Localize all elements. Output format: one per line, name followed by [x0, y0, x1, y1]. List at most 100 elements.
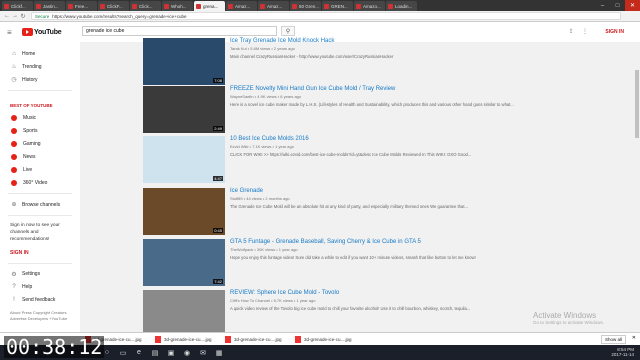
video-thumbnail[interactable]: 7:42 — [143, 239, 225, 286]
tab-favicon-icon — [36, 3, 41, 9]
browser-tab[interactable]: Amazo... — [354, 1, 385, 11]
best-of-youtube-heading: BEST OF YOUTUBE — [10, 103, 53, 108]
sidebar-item-send-feedback[interactable]: ! Send feedback — [0, 294, 80, 307]
scrollbar-thumb[interactable] — [635, 70, 639, 138]
reload-icon[interactable]: ↻ — [19, 13, 27, 20]
browser-tab[interactable]: GREN... — [322, 1, 353, 11]
channel-icon — [11, 127, 17, 134]
search-result[interactable]: 4:47 10 Best Ice Cube Molds 2016 Ezvid Wik… — [143, 136, 530, 183]
browser-tab[interactable]: Amaz... — [258, 1, 289, 11]
browser-tab[interactable]: Loadin... — [386, 1, 417, 11]
browser-tab[interactable]: grena... — [194, 1, 225, 11]
video-title-link[interactable]: GTA 5 Funtage - Grenade Baseball, Saving… — [230, 239, 530, 245]
sidebar-item-360video[interactable]: 360° Video — [0, 176, 80, 189]
upload-icon[interactable]: ⇪ — [564, 28, 578, 35]
browser-tab[interactable]: Free... — [66, 1, 97, 11]
video-duration: 7:08 — [213, 78, 223, 83]
video-thumbnail[interactable]: 0:45 — [143, 188, 225, 235]
search-input[interactable]: grenade ice cube — [82, 26, 277, 36]
download-item[interactable]: 3d-grenade-ice-cu....jpg — [155, 335, 225, 343]
sidebar-item-home[interactable]: ⌂ Home — [0, 47, 80, 60]
sidebar-item-label: Settings — [22, 271, 41, 278]
sidebar-item-label: Send feedback — [22, 297, 56, 304]
video-thumbnail[interactable]: 4:47 — [143, 136, 225, 183]
search-result[interactable]: 0:45 Ice Grenade Stuff89 • 44 views • 2 mo… — [143, 188, 530, 235]
download-filename: 3d-grenade-ice-cu....jpg — [304, 336, 352, 342]
chrome-icon[interactable]: ◉ — [180, 347, 194, 358]
sidebar-item-history[interactable]: ◷ History — [0, 73, 80, 86]
sidebar-item-settings[interactable]: ⚙ Settings — [0, 268, 80, 281]
youtube-logo[interactable]: YouTube — [22, 28, 62, 36]
sidebar-item-label: Live — [23, 166, 33, 173]
search-result[interactable]: 2:49 FREEZE Novelty Mini Hand Gun Ice Cub… — [143, 86, 530, 133]
close-download-shelf-icon[interactable]: ✕ — [632, 335, 636, 341]
search-result[interactable]: REVIEW: Sphere Ice Cube Mold - Tovolo Cli… — [143, 290, 530, 337]
menu-icon[interactable]: ≡ — [7, 28, 16, 37]
video-thumbnail[interactable] — [143, 290, 225, 337]
video-meta: TheWolfpack • 30K views • 1 year ago — [230, 247, 298, 252]
address-bar-row: ← → ↻ Secure https://www.youtube.com/res… — [0, 11, 640, 22]
download-item[interactable]: 3d-grenade-ice-cu....jpg — [295, 335, 365, 343]
download-item[interactable]: 3d-grenade-ice-cu....jpg — [225, 335, 295, 343]
file-explorer-icon[interactable]: ▤ — [148, 347, 162, 358]
task-view-icon[interactable]: ▭ — [116, 347, 130, 358]
minimize-icon[interactable]: – — [595, 0, 610, 11]
video-title-link[interactable]: 10 Best Ice Cube Molds 2016 — [230, 136, 530, 142]
sidebar: ⌂ Home ♨ Trending ◷ History BEST OF YOUTUBE Mus… — [0, 42, 80, 332]
video-meta: Cliff's How To Channel • 5.7K views • 1 … — [230, 298, 316, 303]
video-duration: 4:47 — [213, 176, 223, 181]
back-arrow-icon[interactable]: ← — [3, 13, 11, 19]
browser-tab[interactable]: Amaz... — [226, 1, 257, 11]
forward-arrow-icon[interactable]: → — [11, 13, 19, 19]
tab-favicon-icon — [356, 3, 361, 9]
browser-tab[interactable]: Click... — [130, 1, 161, 11]
sidebar-item-music[interactable]: Music — [0, 111, 80, 124]
app-icon[interactable]: ▦ — [212, 347, 226, 358]
sidebar-item-gaming[interactable]: Gaming — [0, 137, 80, 150]
sidebar-divider — [8, 193, 72, 194]
settings-icon: ⚙ — [11, 271, 17, 278]
sidebar-item-help[interactable]: ? Help — [0, 281, 80, 294]
file-icon — [225, 335, 231, 343]
sidebar-item-sports[interactable]: Sports — [0, 124, 80, 137]
results-list: 7:08 Ice Tray Grenade Ice Mold Knock Hack… — [80, 38, 634, 337]
sidebar-item-trending[interactable]: ♨ Trending — [0, 60, 80, 73]
sidebar-item-news[interactable]: News — [0, 150, 80, 163]
url-bar[interactable]: Secure https://www.youtube.com/results?s… — [31, 12, 621, 20]
browser-tab[interactable]: ClickF... — [98, 1, 129, 11]
browser-tab[interactable]: 50 Gren... — [290, 1, 321, 11]
store-icon[interactable]: ▣ — [164, 347, 178, 358]
header-sign-in-link[interactable]: SIGN IN — [605, 29, 624, 35]
edge-browser-icon[interactable]: e — [132, 347, 146, 358]
browser-tab[interactable]: Whoh... — [162, 1, 193, 11]
sidebar-item-browse-channels[interactable]: ⊕ Browse channels — [0, 198, 80, 211]
system-tray-clock[interactable]: 8:54 PM 2017-11-14 — [611, 347, 634, 358]
page-scrollbar[interactable] — [634, 42, 640, 332]
browser-tab-strip: Clickf... Jastin... Free... ClickF... Click.… — [0, 0, 640, 11]
video-title-link[interactable]: Ice Tray Grenade Ice Mold Knock Hack — [230, 38, 530, 44]
search-result[interactable]: 7:08 Ice Tray Grenade Ice Mold Knock Hack… — [143, 38, 530, 85]
sidebar-item-label: News — [23, 153, 36, 160]
sidebar-item-live[interactable]: Live — [0, 163, 80, 176]
browser-tab[interactable]: Jastin... — [34, 1, 65, 11]
search-result[interactable]: 7:42 GTA 5 Funtage - Grenade Baseball, Sa… — [143, 239, 530, 286]
sidebar-divider — [8, 215, 72, 216]
video-thumbnail[interactable]: 7:08 — [143, 38, 225, 85]
show-all-downloads-button[interactable]: Show all — [600, 335, 626, 344]
video-thumbnail[interactable]: 2:49 — [143, 86, 225, 133]
video-title-link[interactable]: REVIEW: Sphere Ice Cube Mold - Tovolo — [230, 290, 530, 296]
sidebar-item-label: Music — [23, 114, 37, 121]
video-title-link[interactable]: FREEZE Novelty Mini Hand Gun Ice Cube Mo… — [230, 86, 530, 92]
close-icon[interactable]: ✕ — [625, 0, 640, 11]
browser-tab[interactable]: Clickf... — [2, 1, 33, 11]
search-icon: ⚲ — [285, 28, 291, 35]
video-description: Main channel CrazyRussianHacker - http:/… — [230, 54, 394, 59]
channel-icon — [11, 140, 17, 147]
apps-icon[interactable]: ⋮ — [578, 28, 592, 35]
search-button[interactable]: ⚲ — [281, 26, 295, 36]
video-title-link[interactable]: Ice Grenade — [230, 188, 530, 194]
mail-icon[interactable]: ✉ — [196, 347, 210, 358]
sign-in-message: Sign in now to see your channels and rec… — [10, 223, 60, 242]
maximize-icon[interactable]: □ — [610, 0, 625, 11]
sidebar-sign-in-link[interactable]: SIGN IN — [0, 247, 80, 259]
